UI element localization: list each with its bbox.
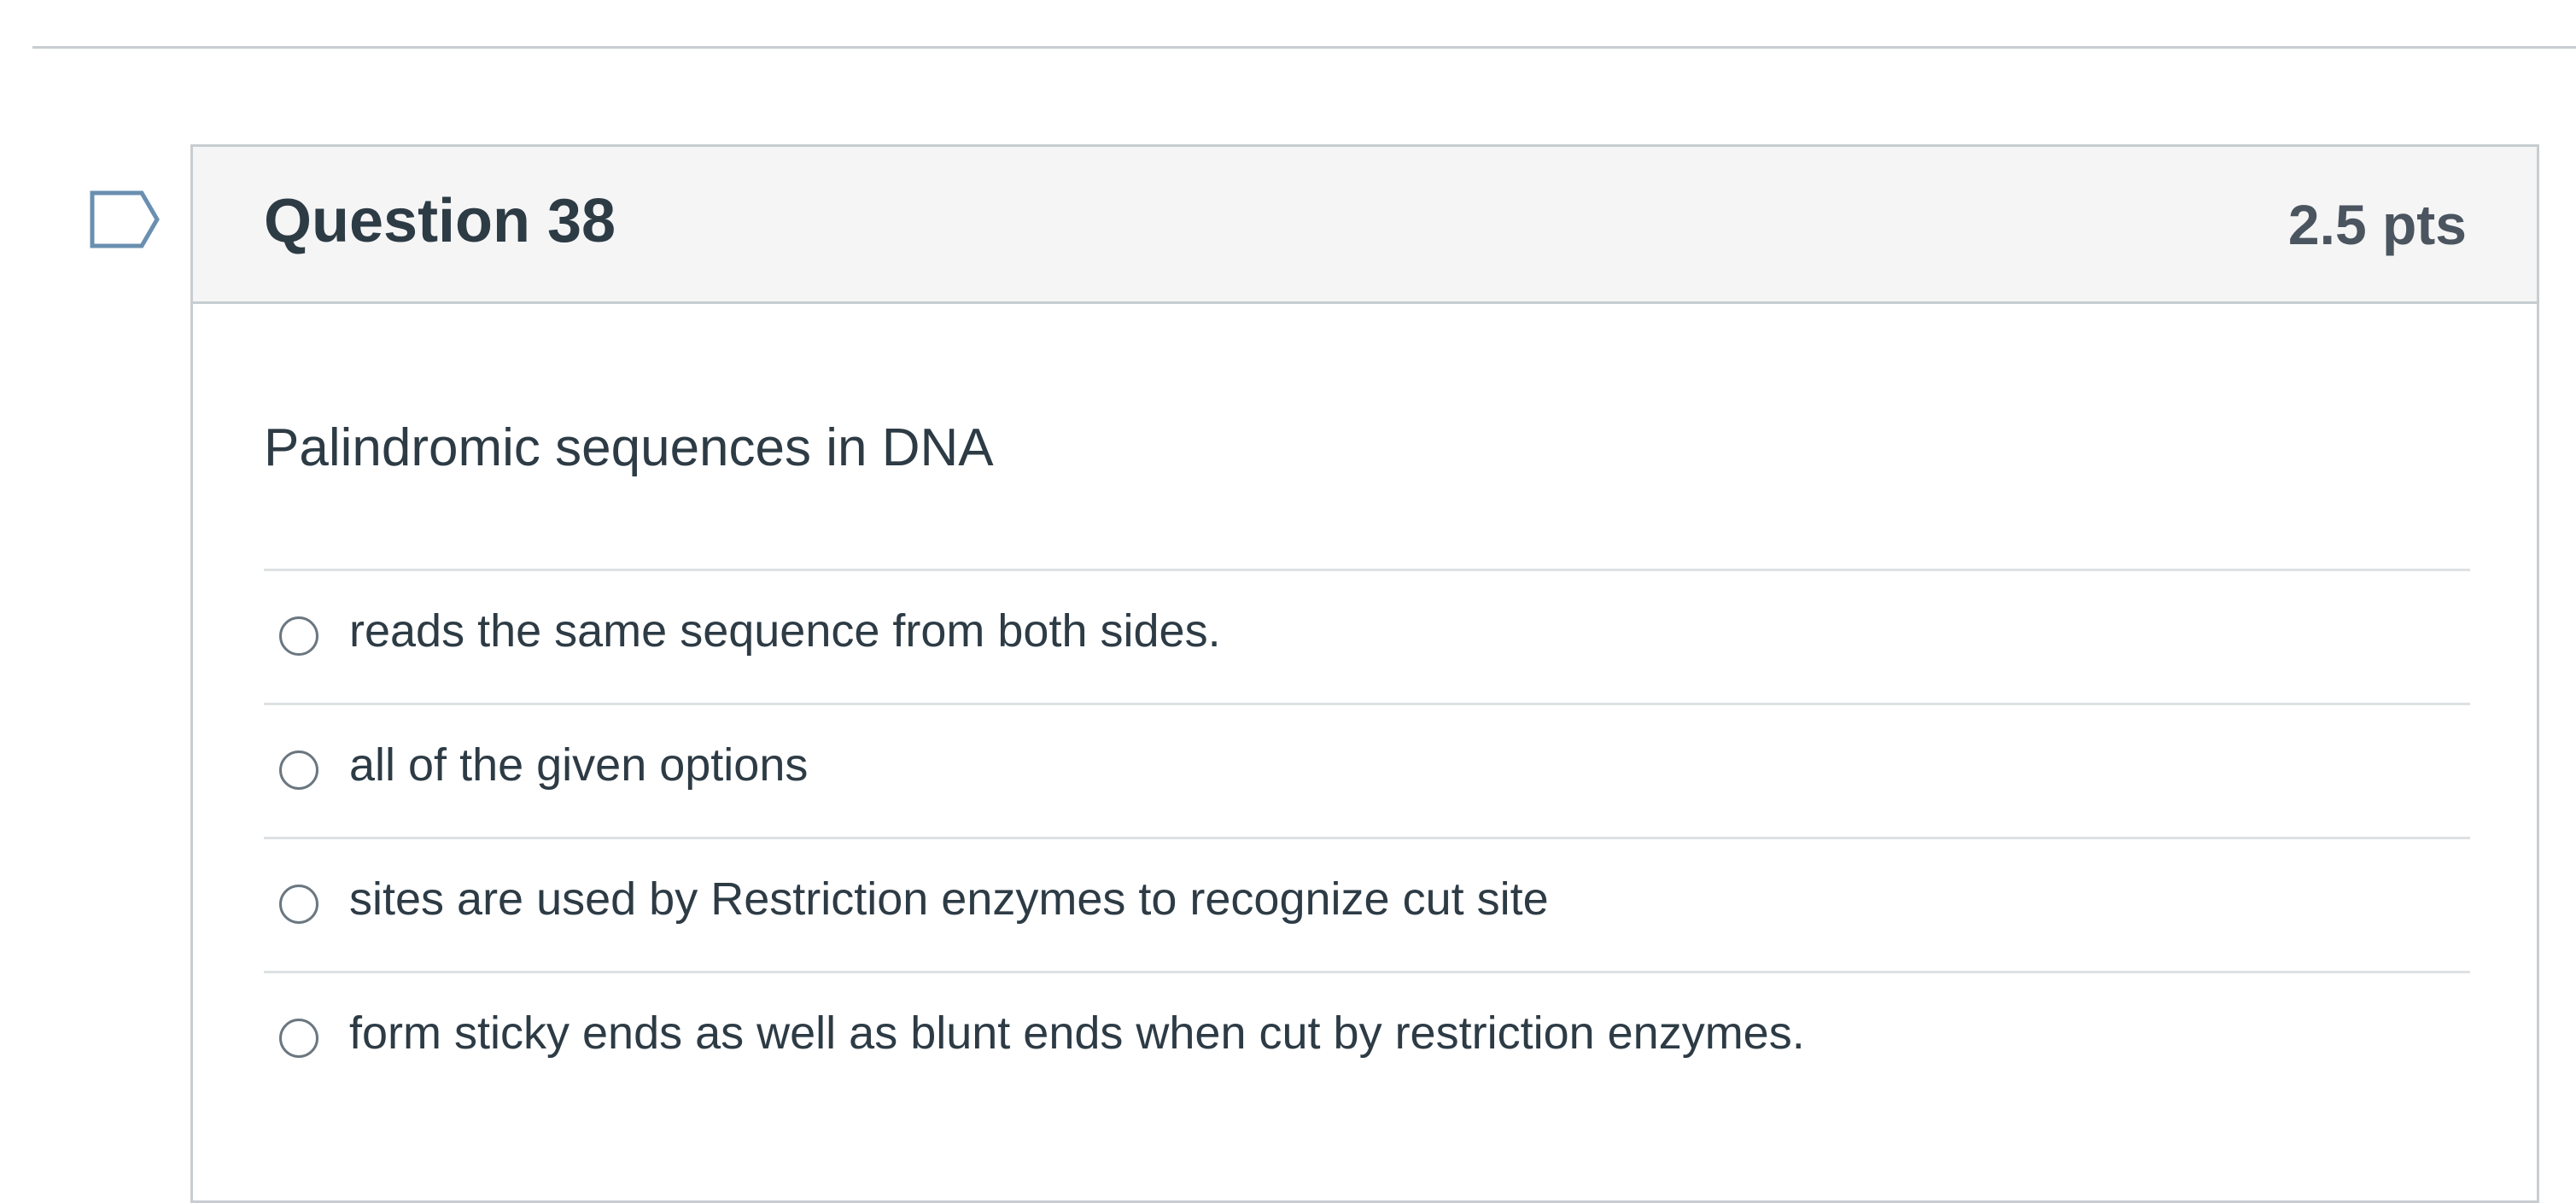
top-divider (32, 46, 2576, 49)
answer-option-2[interactable]: all of the given options (264, 703, 2470, 837)
radio-button[interactable] (279, 616, 318, 656)
radio-button[interactable] (279, 750, 318, 790)
answer-label[interactable]: form sticky ends as well as blunt ends w… (349, 1006, 1805, 1061)
answer-option-1[interactable]: reads the same sequence from both sides. (264, 569, 2470, 703)
question-header: Question 38 2.5 pts (193, 147, 2537, 304)
question-points: 2.5 pts (2287, 193, 2467, 256)
answer-label[interactable]: reads the same sequence from both sides. (349, 604, 1221, 659)
answer-list: reads the same sequence from both sides.… (264, 569, 2470, 1105)
answer-option-4[interactable]: form sticky ends as well as blunt ends w… (264, 971, 2470, 1105)
question-title: Question 38 (264, 187, 616, 255)
radio-button[interactable] (279, 1019, 318, 1058)
answer-label[interactable]: all of the given options (349, 738, 808, 793)
answer-label[interactable]: sites are used by Restriction enzymes to… (349, 872, 1549, 927)
bookmark-flag-icon[interactable] (89, 190, 161, 249)
question-text: Palindromic sequences in DNA (264, 418, 994, 477)
question-card: Question 38 2.5 pts Palindromic sequence… (190, 144, 2539, 1203)
answer-option-3[interactable]: sites are used by Restriction enzymes to… (264, 837, 2470, 971)
radio-button[interactable] (279, 885, 318, 924)
